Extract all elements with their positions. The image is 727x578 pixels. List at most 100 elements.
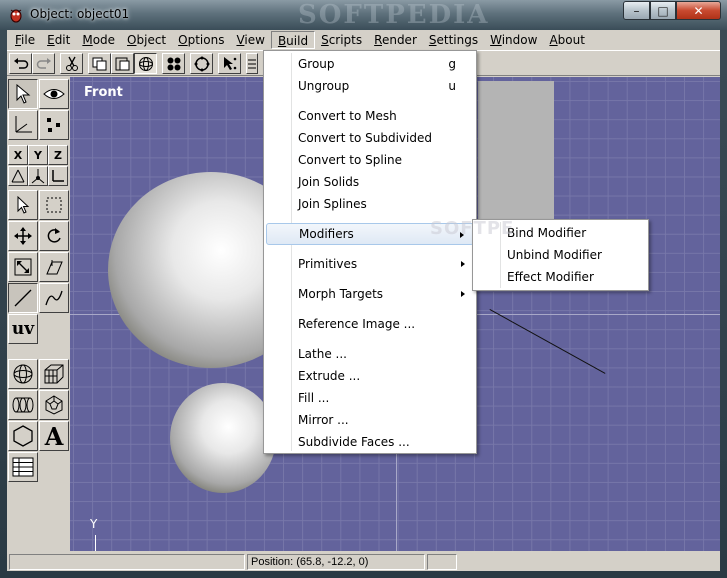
watermark-text: SOFTPEDIA — [298, 0, 490, 30]
shear-tool[interactable] — [39, 252, 69, 282]
line-tool[interactable] — [8, 283, 38, 313]
maximize-button[interactable]: □ — [650, 1, 676, 20]
menu-item-primitives[interactable]: Primitives — [266, 253, 474, 275]
menu-build[interactable]: Build — [270, 31, 316, 49]
box-select-tool[interactable] — [39, 190, 69, 220]
cylinder-primitive-tool[interactable] — [8, 390, 38, 420]
view-tool[interactable] — [39, 79, 69, 109]
orbit-button[interactable] — [190, 53, 213, 74]
menu-file[interactable]: File — [9, 31, 41, 49]
dashed-box-icon — [46, 197, 62, 213]
menu-item-join-solids[interactable]: Join Solids — [266, 171, 474, 193]
menu-item-mirror[interactable]: Mirror ... — [266, 409, 474, 431]
uv-tool[interactable]: uv — [8, 314, 38, 344]
menu-item-fill[interactable]: Fill ... — [266, 387, 474, 409]
cube-primitive-tool[interactable] — [39, 359, 69, 389]
submenu-watermark: SOFTPE — [430, 218, 515, 239]
menu-item-lathe[interactable]: Lathe ... — [266, 343, 474, 365]
menu-item-extrude[interactable]: Extrude ... — [266, 365, 474, 387]
menu-view[interactable]: View — [230, 31, 270, 49]
menu-mode[interactable]: Mode — [76, 31, 121, 49]
polygon-tool[interactable] — [8, 421, 38, 451]
wire-polyhedron-icon — [45, 395, 63, 415]
menu-window[interactable]: Window — [484, 31, 543, 49]
menu-item-unbind-modifier[interactable]: Unbind Modifier — [475, 244, 646, 266]
menu-item-ungroup[interactable]: Ungroup u — [266, 75, 474, 97]
polyhedron-primitive-tool[interactable] — [39, 390, 69, 420]
maximize-icon: □ — [657, 3, 669, 18]
small-sphere-object[interactable] — [170, 383, 276, 493]
menu-item-subdivide-faces[interactable]: Subdivide Faces ... — [266, 431, 474, 453]
table-tool[interactable] — [8, 452, 38, 482]
line-object[interactable] — [489, 309, 606, 374]
paste-button[interactable] — [111, 53, 134, 74]
axes-tool[interactable] — [8, 110, 38, 140]
local-axis-tool[interactable] — [48, 166, 68, 186]
tool-panel: X Y Z uv A — [7, 77, 69, 551]
redo-icon — [36, 57, 51, 69]
menu-about[interactable]: About — [543, 31, 591, 49]
undo-button[interactable] — [9, 53, 32, 74]
status-position: Position: (65.8, -12.2, 0) — [247, 554, 425, 570]
close-icon: ✕ — [693, 3, 704, 18]
menu-bar: File Edit Mode Object Options View Build… — [7, 30, 720, 50]
menu-item-effect-modifier[interactable]: Effect Modifier — [475, 266, 646, 288]
menu-options[interactable]: Options — [172, 31, 230, 49]
menu-render[interactable]: Render — [368, 31, 423, 49]
move-tool[interactable] — [8, 221, 38, 251]
hexagon-icon — [13, 425, 33, 447]
cut-button[interactable] — [60, 53, 83, 74]
uv-label: uv — [11, 319, 35, 339]
pivot-tool[interactable] — [28, 166, 48, 186]
menu-item-convert-to-mesh[interactable]: Convert to Mesh — [266, 105, 474, 127]
menu-object[interactable]: Object — [121, 31, 172, 49]
sphere-view-button[interactable] — [134, 53, 157, 74]
status-bar: Position: (65.8, -12.2, 0) — [7, 553, 720, 571]
close-button[interactable]: ✕ — [676, 1, 721, 20]
points-tool[interactable] — [39, 110, 69, 140]
menu-item-reference-image[interactable]: Reference Image ... — [266, 313, 474, 335]
axis-y-toggle[interactable]: Y — [28, 145, 48, 165]
submenu-arrow-icon — [461, 291, 465, 297]
scale-tool[interactable] — [8, 252, 38, 282]
menu-item-convert-to-spline[interactable]: Convert to Spline — [266, 149, 474, 171]
corner-icon — [52, 170, 64, 182]
eye-icon — [43, 89, 65, 99]
copy-button[interactable] — [88, 53, 111, 74]
menu-item-group[interactable]: Group g — [266, 53, 474, 75]
curve-tool[interactable] — [39, 283, 69, 313]
select-arrow-tool[interactable] — [8, 79, 38, 109]
text-tool[interactable]: A — [39, 421, 69, 451]
orbit-icon — [194, 56, 209, 71]
menu-item-convert-to-subdivided[interactable]: Convert to Subdivided — [266, 127, 474, 149]
submenu-arrow-icon — [461, 261, 465, 267]
four-views-button[interactable] — [162, 53, 185, 74]
axis-z-label: Z — [54, 148, 62, 162]
axis-x-toggle[interactable]: X — [8, 145, 28, 165]
copy-icon — [92, 57, 106, 70]
move-arrows-icon — [14, 227, 32, 245]
minimize-button[interactable]: – — [623, 1, 650, 20]
axis-indicator-y: Y — [90, 517, 98, 531]
scissors-icon — [65, 56, 78, 71]
pointer-tool[interactable] — [8, 190, 38, 220]
menu-settings[interactable]: Settings — [423, 31, 484, 49]
axis-z-toggle[interactable]: Z — [48, 145, 68, 165]
more-tools-button[interactable] — [246, 53, 258, 74]
axis-y-label: Y — [34, 148, 42, 162]
title-bar[interactable]: Object: object01 SOFTPEDIA – □ ✕ — [0, 0, 727, 30]
pointer-icon — [17, 195, 30, 214]
rotate-tool[interactable] — [39, 221, 69, 251]
transform-axis-tool[interactable] — [8, 166, 28, 186]
menu-item-morph-targets[interactable]: Morph Targets — [266, 283, 474, 305]
scatter-dots-icon — [47, 118, 60, 132]
menu-edit[interactable]: Edit — [41, 31, 76, 49]
four-dots-icon — [167, 57, 180, 70]
select-points-button[interactable] — [218, 53, 241, 74]
wire-cube-icon — [44, 364, 64, 384]
menu-item-join-splines[interactable]: Join Splines — [266, 193, 474, 215]
redo-button[interactable] — [32, 53, 55, 74]
menu-scripts[interactable]: Scripts — [315, 31, 368, 49]
pointer-dots-icon — [223, 56, 236, 70]
sphere-primitive-tool[interactable] — [8, 359, 38, 389]
